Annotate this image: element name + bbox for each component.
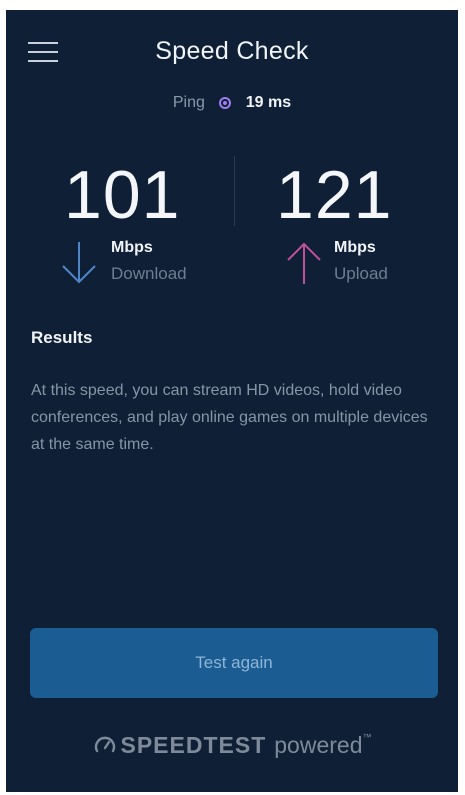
arrow-down-icon xyxy=(62,242,96,284)
speed-divider xyxy=(234,156,235,226)
speedtest-brand: SPEEDTEST xyxy=(120,732,267,758)
download-speed-value: 101 xyxy=(64,157,181,233)
page-title: Speed Check xyxy=(155,37,309,65)
download-unit: Mbps xyxy=(111,239,153,256)
powered-label: powered xyxy=(274,732,363,758)
test-again-button[interactable]: Test again xyxy=(30,628,438,698)
ping-value: 19 ms xyxy=(245,94,292,111)
ping-row: Ping 19 ms xyxy=(6,94,458,112)
upload-unit: Mbps xyxy=(334,239,376,256)
trademark-symbol: ™ xyxy=(362,732,372,742)
arrow-up-icon xyxy=(287,242,321,284)
ping-label: Ping xyxy=(172,94,205,111)
download-label: Download xyxy=(111,264,187,283)
radio-dot-icon xyxy=(219,97,232,109)
speedtest-powered-logo: SPEEDTEST powered™ xyxy=(6,732,458,759)
results-heading: Results xyxy=(31,328,93,347)
results-description: At this speed, you can stream HD videos,… xyxy=(31,382,428,453)
speedometer-icon xyxy=(94,736,115,752)
speed-check-screen: Speed Check Ping 19 ms 101 121 Mbps Down… xyxy=(6,10,458,792)
upload-label: Upload xyxy=(334,264,388,283)
upload-speed-value: 121 xyxy=(276,157,393,233)
